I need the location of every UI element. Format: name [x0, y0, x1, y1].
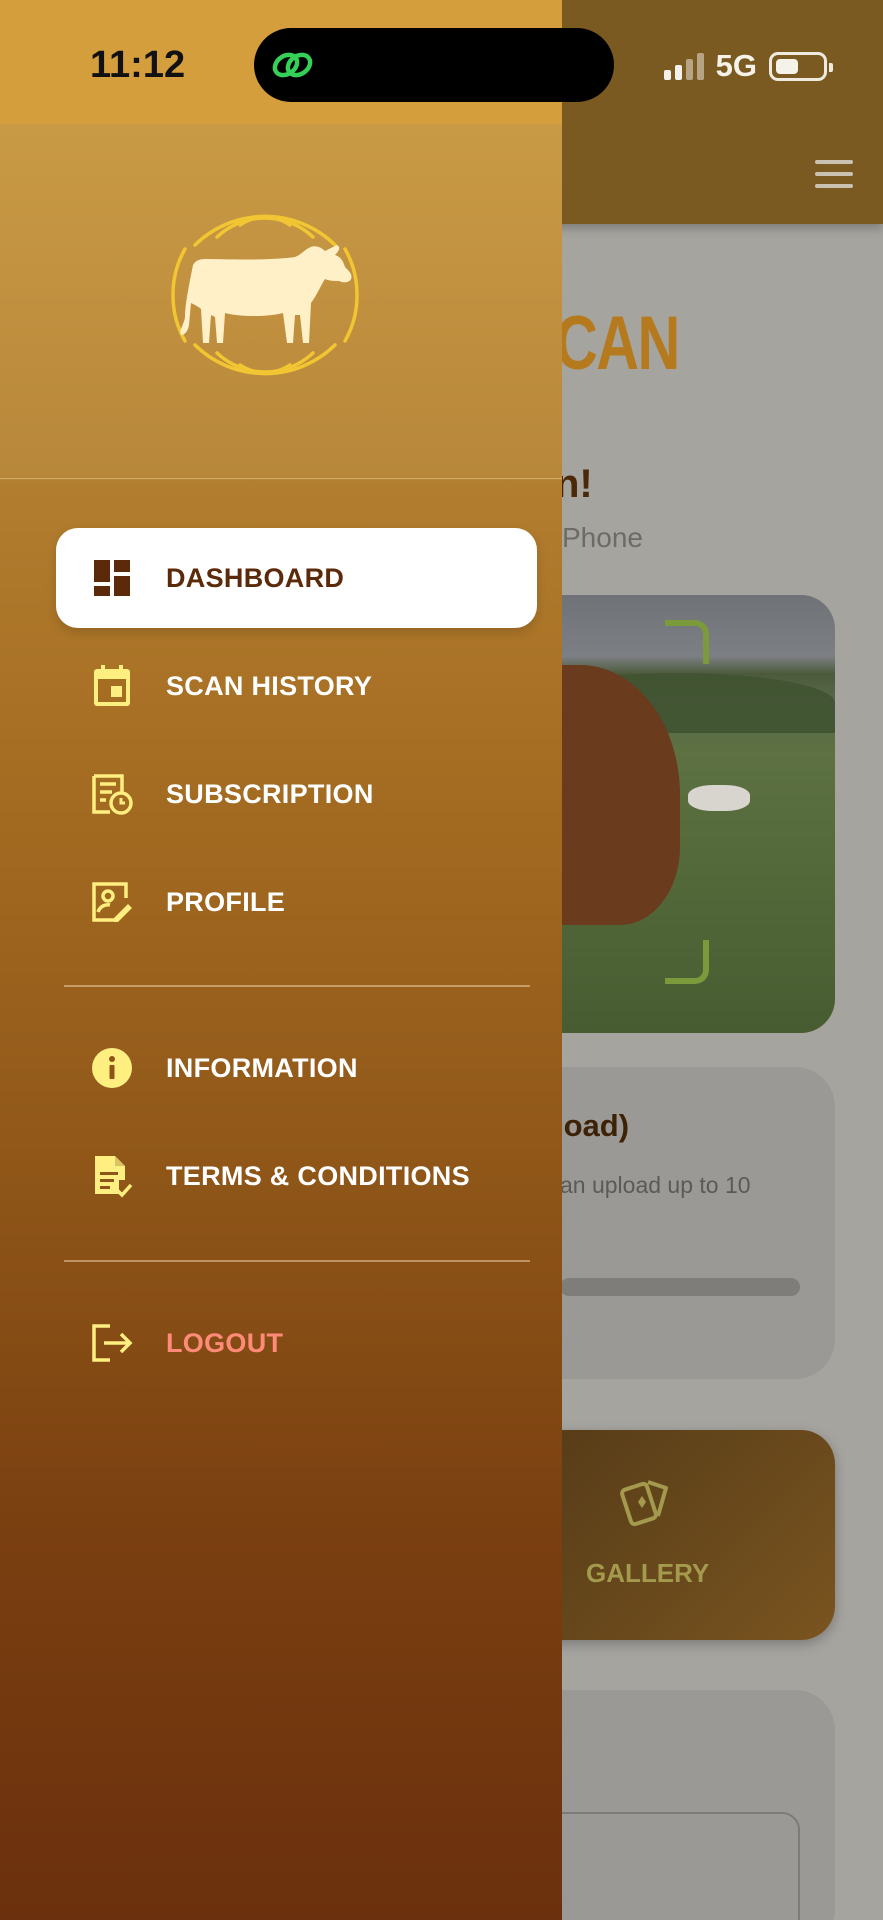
- menu-label-information: INFORMATION: [166, 1052, 358, 1083]
- battery-icon: [769, 51, 833, 81]
- header-divider: [0, 478, 562, 479]
- link-rings-icon: [272, 52, 313, 78]
- hamburger-menu-icon[interactable]: [815, 160, 853, 188]
- menu-item-subscription[interactable]: SUBSCRIPTION: [56, 744, 537, 844]
- menu-label-scan-history: SCAN HISTORY: [166, 670, 373, 701]
- menu-item-logout[interactable]: LOGOUT: [56, 1293, 537, 1393]
- cellular-signal-icon: [663, 52, 704, 80]
- upload-card-text: an upload up to 10: [560, 1172, 751, 1198]
- gallery-label: GALLERY: [586, 1558, 710, 1588]
- page-title: CAN: [555, 301, 680, 386]
- menu-item-profile[interactable]: PROFILE: [56, 852, 537, 952]
- scan-preview-image: [520, 595, 835, 1033]
- menu-item-dashboard[interactable]: DASHBOARD: [56, 528, 537, 628]
- menu-divider: [64, 985, 530, 987]
- menu-divider: [64, 1260, 530, 1262]
- menu-item-terms[interactable]: TERMS & CONDITIONS: [56, 1126, 537, 1226]
- scan-frame-corner: [665, 940, 709, 984]
- navigation-drawer: DASHBOARD SCAN HISTORY SUBSCRIPTION PROF…: [0, 0, 562, 1920]
- bottom-input-field[interactable]: [520, 1812, 800, 1920]
- gallery-button[interactable]: [520, 1430, 835, 1640]
- cow-logo-icon: [171, 214, 359, 376]
- status-time: 11:12: [90, 44, 186, 86]
- menu-label-logout: LOGOUT: [166, 1327, 284, 1358]
- profile-edit-icon: [88, 878, 136, 926]
- menu-item-scan-history[interactable]: SCAN HISTORY: [56, 636, 537, 736]
- upload-card-title: load): [555, 1108, 630, 1143]
- menu-label-dashboard: DASHBOARD: [166, 562, 345, 593]
- network-type: 5G: [715, 48, 757, 83]
- document-check-icon: [88, 1152, 136, 1200]
- menu-label-subscription: SUBSCRIPTION: [166, 778, 374, 809]
- scan-frame-corner: [665, 620, 709, 664]
- dashboard-icon: [88, 554, 136, 602]
- menu-label-terms: TERMS & CONDITIONS: [166, 1160, 470, 1191]
- status-indicators: 5G: [663, 48, 833, 84]
- receipt-clock-icon: [88, 770, 136, 818]
- cards-icon: [620, 1480, 668, 1527]
- calendar-icon: [88, 662, 136, 710]
- logout-icon: [88, 1319, 136, 1367]
- menu-item-information[interactable]: INFORMATION: [56, 1018, 537, 1118]
- info-icon: [88, 1044, 136, 1092]
- upload-progress-bar: [560, 1278, 800, 1296]
- greeting-subtitle: Phone: [562, 522, 643, 553]
- menu-label-profile: PROFILE: [166, 886, 286, 917]
